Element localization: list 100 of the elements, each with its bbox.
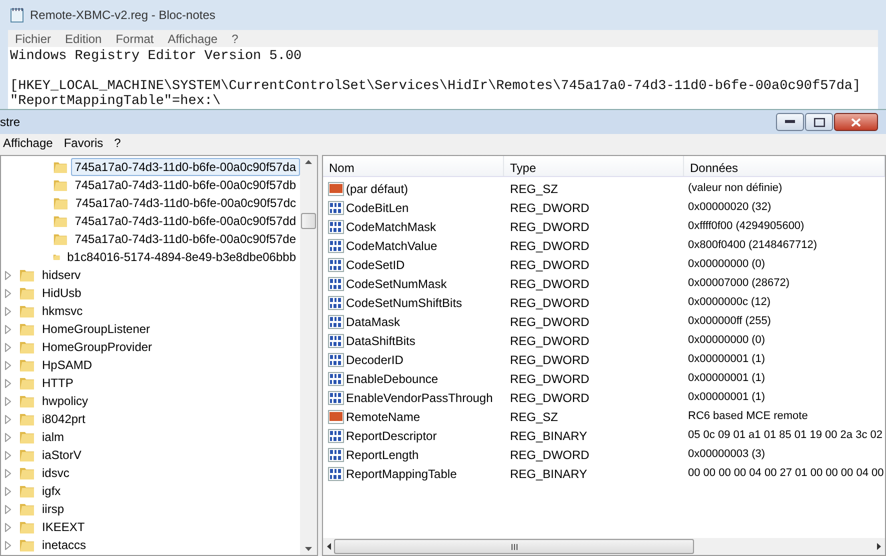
value-name[interactable]: (par défaut) bbox=[346, 180, 408, 198]
menu-item[interactable]: Format bbox=[108, 30, 161, 47]
folder-icon bbox=[19, 304, 35, 318]
tree-item[interactable]: HomeGroupProvider bbox=[38, 338, 156, 356]
scroll-down-icon[interactable] bbox=[305, 547, 312, 551]
tree-item[interactable]: hwpolicy bbox=[38, 392, 92, 410]
value-type: REG_DWORD bbox=[509, 200, 590, 216]
value-data: 0x800f0400 (2148467712) bbox=[687, 238, 818, 254]
tree-item[interactable]: HomeGroupListener bbox=[38, 320, 154, 338]
text-line: "ReportMappingTable"=hex:\ bbox=[10, 94, 222, 109]
binary-value-icon bbox=[328, 466, 344, 482]
tree-item[interactable]: hidserv bbox=[38, 266, 85, 284]
maximize-icon bbox=[814, 118, 824, 126]
close-button[interactable] bbox=[834, 113, 878, 131]
value-name[interactable]: CodeSetNumMask bbox=[346, 274, 447, 292]
binary-value-icon bbox=[328, 218, 344, 234]
folder-icon bbox=[19, 322, 35, 336]
binary-value-icon bbox=[328, 390, 344, 406]
value-name[interactable]: DecoderID bbox=[346, 350, 404, 368]
scroll-right-icon[interactable] bbox=[877, 543, 881, 550]
value-name[interactable]: CodeBitLen bbox=[346, 198, 409, 216]
tree-item[interactable]: HpSAMD bbox=[38, 356, 96, 374]
value-name[interactable]: ReportLength bbox=[346, 446, 419, 464]
value-type: REG_DWORD bbox=[509, 352, 590, 368]
scrollbar-thumb[interactable] bbox=[301, 212, 316, 228]
value-name[interactable]: EnableDebounce bbox=[346, 370, 438, 388]
value-type: REG_DWORD bbox=[509, 332, 590, 350]
value-data: 0x00000001 (1) bbox=[687, 371, 766, 386]
text-line: [HKEY_LOCAL_MACHINE\SYSTEM\CurrentControlSet\Services\HidIr\Remotes\745a17a0-74d3-11d0-b6fe-00a0c90f57da] bbox=[10, 79, 862, 94]
vertical-scrollbar[interactable] bbox=[300, 156, 317, 555]
binary-value-icon bbox=[328, 428, 344, 444]
binary-value-icon bbox=[328, 294, 344, 310]
string-value-icon bbox=[328, 180, 344, 196]
value-data: 00 00 00 00 04 00 27 01 00 00 00 04 00 bbox=[687, 466, 884, 482]
binary-value-icon bbox=[328, 352, 344, 368]
value-name[interactable]: CodeMatchMask bbox=[346, 218, 436, 236]
window-title: Remote-XBMC-v2.reg - Bloc-notes bbox=[30, 7, 216, 24]
value-type: REG_BINARY bbox=[509, 428, 588, 444]
tree-item[interactable]: IKEEXT bbox=[38, 518, 89, 536]
value-data: 0x00007000 (28672) bbox=[687, 276, 790, 292]
value-data: 0xffff0f00 (4294905600) bbox=[687, 219, 804, 234]
scroll-up-icon[interactable] bbox=[305, 160, 312, 164]
scrollbar-thumb[interactable] bbox=[334, 539, 694, 554]
value-name[interactable]: DataMask bbox=[346, 312, 400, 330]
string-value-icon bbox=[328, 408, 344, 424]
menu-item[interactable]: ? bbox=[111, 134, 129, 153]
tree-item[interactable]: b1c84016-5174-4894-8e49-b3e8dbe06bbb bbox=[63, 248, 300, 266]
menu-item[interactable]: Fichier bbox=[8, 30, 58, 47]
notepad-icon bbox=[10, 7, 24, 23]
tree-item[interactable]: iirsp bbox=[38, 500, 68, 518]
scroll-left-icon[interactable] bbox=[327, 543, 331, 550]
horizontal-scrollbar[interactable] bbox=[323, 538, 885, 555]
tree-item[interactable]: 745a17a0-74d3-11d0-b6fe-00a0c90f57da bbox=[70, 158, 300, 176]
folder-icon bbox=[19, 358, 35, 372]
value-name[interactable]: DataShiftBits bbox=[346, 332, 416, 350]
value-type: REG_DWORD bbox=[509, 238, 590, 254]
value-type: REG_DWORD bbox=[509, 256, 590, 274]
binary-value-icon bbox=[328, 276, 344, 292]
folder-icon bbox=[53, 214, 68, 228]
text-editor[interactable]: Windows Registry Editor Version 5.00 [HKEY_LOCAL_MACHINE\SYSTEM\CurrentControlSet\Services\HidIr\Remotes\745a17a0-74d3-11d0-b6fe-00a0c90f57da] "ReportMappingTable"=hex:\ bbox=[8, 47, 878, 109]
value-type: REG_BINARY bbox=[509, 466, 588, 482]
tree-item[interactable]: igfx bbox=[38, 482, 65, 500]
menu-item[interactable]: Favoris bbox=[60, 134, 112, 153]
minimize-button[interactable] bbox=[776, 113, 804, 131]
binary-value-icon bbox=[328, 238, 344, 254]
value-type: REG_DWORD bbox=[509, 390, 590, 406]
tree-item[interactable]: hkmsvc bbox=[38, 302, 87, 320]
tree-item[interactable]: 745a17a0-74d3-11d0-b6fe-00a0c90f57dd bbox=[70, 212, 300, 230]
column-header[interactable]: Type bbox=[504, 156, 684, 176]
tree-item[interactable]: HidUsb bbox=[38, 284, 86, 302]
value-name[interactable]: CodeMatchValue bbox=[346, 236, 438, 254]
tree-item[interactable]: idsvc bbox=[38, 464, 74, 482]
value-name[interactable]: CodeSetNumShiftBits bbox=[346, 294, 462, 312]
binary-value-icon bbox=[328, 332, 344, 348]
tree-item[interactable]: 745a17a0-74d3-11d0-b6fe-00a0c90f57de bbox=[70, 230, 300, 248]
value-name[interactable]: RemoteName bbox=[346, 408, 420, 426]
menu-item[interactable]: Affichage bbox=[0, 134, 61, 153]
menu-item[interactable]: Affichage bbox=[160, 30, 225, 47]
value-name[interactable]: ReportMappingTable bbox=[346, 464, 457, 482]
tree-item[interactable]: ialm bbox=[38, 428, 68, 446]
menu-item[interactable]: ? bbox=[224, 30, 246, 47]
tree-item[interactable]: iaStorV bbox=[38, 446, 86, 464]
column-header[interactable]: Nom bbox=[323, 156, 504, 176]
tree-item[interactable]: 745a17a0-74d3-11d0-b6fe-00a0c90f57db bbox=[70, 176, 300, 194]
value-type: REG_DWORD bbox=[509, 276, 590, 292]
value-name[interactable]: CodeSetID bbox=[346, 256, 405, 274]
tree-item[interactable]: HTTP bbox=[38, 374, 78, 392]
folder-icon bbox=[19, 286, 35, 300]
value-name[interactable]: ReportDescriptor bbox=[346, 426, 437, 444]
maximize-button[interactable] bbox=[805, 113, 833, 131]
tree-item[interactable]: 745a17a0-74d3-11d0-b6fe-00a0c90f57dc bbox=[71, 194, 300, 212]
tree-item[interactable]: inetaccs bbox=[38, 536, 90, 554]
folder-icon bbox=[19, 484, 35, 498]
tree-item[interactable]: i8042prt bbox=[38, 410, 90, 428]
value-data: 0x00000001 (1) bbox=[687, 352, 766, 368]
menu-item[interactable]: Edition bbox=[58, 30, 109, 47]
folder-icon bbox=[19, 448, 35, 462]
value-type: REG_DWORD bbox=[509, 370, 590, 388]
column-header[interactable]: Données bbox=[684, 156, 885, 176]
value-name[interactable]: EnableVendorPassThrough bbox=[346, 388, 493, 406]
